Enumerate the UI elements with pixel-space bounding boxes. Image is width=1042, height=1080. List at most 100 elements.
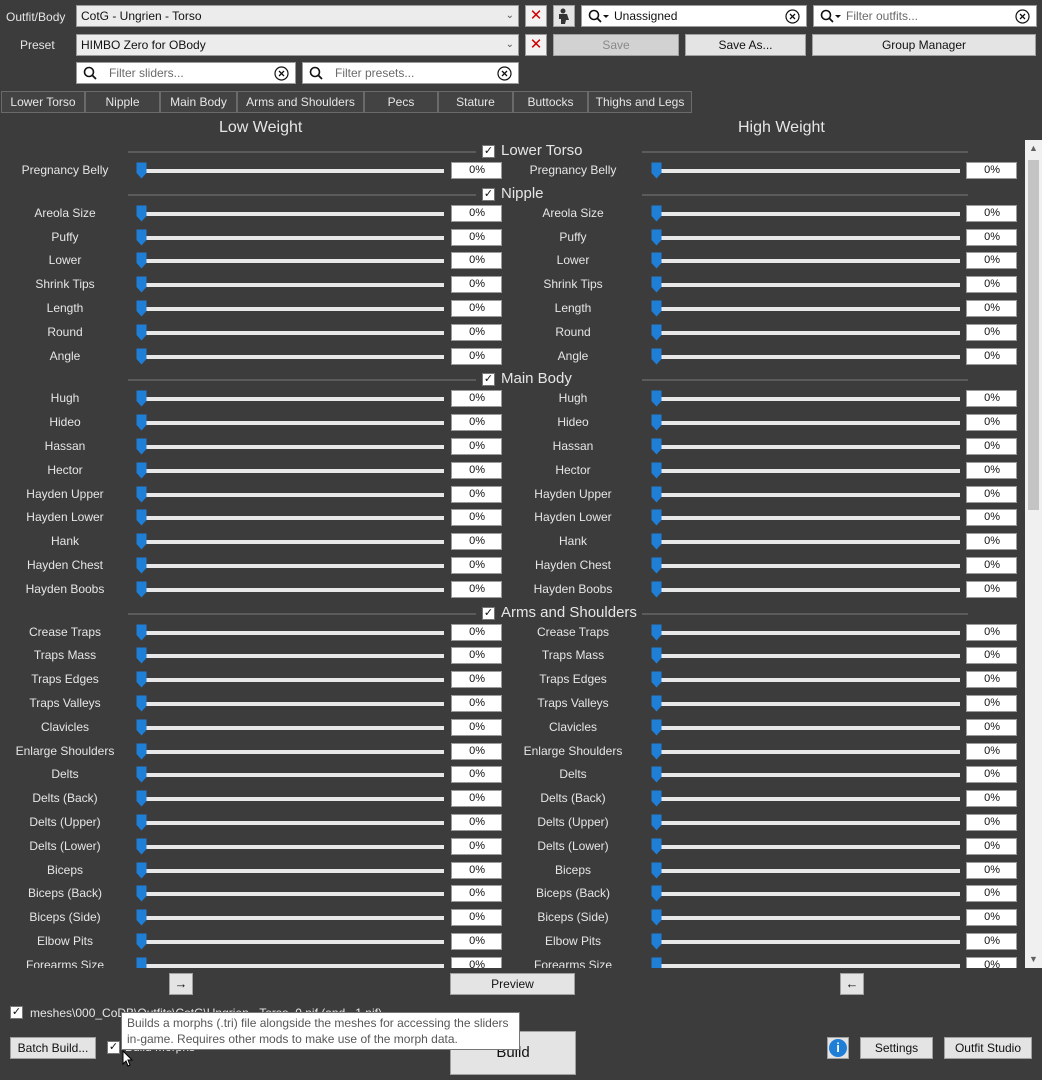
slider-track-high[interactable]	[654, 963, 960, 968]
slider-track-high[interactable]	[654, 868, 960, 873]
slider-track-high[interactable]	[654, 307, 960, 311]
slider-track-low[interactable]	[138, 468, 444, 473]
slider-track-low[interactable]	[138, 630, 444, 635]
slider-track-low[interactable]	[138, 963, 444, 968]
preset-select[interactable]: HIMBO Zero for OBody ⌄	[76, 34, 519, 56]
slider-value-high[interactable]: 0%	[966, 228, 1017, 246]
slider-value-low[interactable]: 0%	[451, 461, 502, 479]
tab-thighs-and-legs[interactable]: Thighs and Legs	[588, 91, 692, 113]
copy-low-to-high-button[interactable]: →	[169, 973, 193, 995]
outfit-studio-button[interactable]: Outfit Studio	[944, 1037, 1032, 1059]
slider-value-high[interactable]: 0%	[966, 276, 1017, 294]
slider-thumb-high[interactable]	[651, 838, 662, 855]
preset-filter-field[interactable]: Filter presets...	[302, 62, 519, 84]
settings-button[interactable]: Settings	[860, 1037, 933, 1059]
tab-nipple[interactable]: Nipple	[85, 91, 160, 113]
slider-thumb-high[interactable]	[651, 814, 662, 831]
slider-thumb-low[interactable]	[136, 862, 147, 879]
outfit-filter-field[interactable]: Filter outfits...	[813, 5, 1037, 27]
slider-thumb-low[interactable]	[136, 743, 147, 760]
slider-track-high[interactable]	[654, 940, 960, 944]
slider-track-low[interactable]	[138, 354, 444, 359]
slider-thumb-low[interactable]	[136, 814, 147, 831]
slider-thumb-low[interactable]	[136, 557, 147, 574]
slider-value-high[interactable]: 0%	[966, 909, 1017, 927]
slider-track-low[interactable]	[138, 749, 444, 754]
remove-preset-button[interactable]: ✕	[525, 34, 547, 56]
slider-thumb-low[interactable]	[136, 933, 147, 950]
slider-filter-field[interactable]: Filter sliders...	[76, 62, 296, 84]
slider-value-low[interactable]: 0%	[451, 790, 502, 808]
slider-track-low[interactable]	[138, 702, 444, 706]
slider-value-high[interactable]: 0%	[966, 323, 1017, 341]
slider-thumb-high[interactable]	[651, 509, 662, 526]
slider-track-high[interactable]	[654, 844, 960, 849]
slider-thumb-high[interactable]	[651, 695, 662, 712]
slider-thumb-high[interactable]	[651, 909, 662, 926]
slider-thumb-low[interactable]	[136, 766, 147, 783]
slider-thumb-high[interactable]	[651, 557, 662, 574]
slider-value-low[interactable]: 0%	[451, 933, 502, 950]
group-manager-button[interactable]: Group Manager	[812, 34, 1036, 56]
preview-button[interactable]: Preview	[450, 973, 575, 995]
slider-thumb-high[interactable]	[651, 205, 662, 222]
slider-thumb-low[interactable]	[136, 324, 147, 341]
slider-thumb-low[interactable]	[136, 838, 147, 855]
slider-track-high[interactable]	[654, 773, 960, 778]
slider-track-low[interactable]	[138, 492, 444, 497]
tab-stature[interactable]: Stature	[438, 91, 513, 113]
outfit-select[interactable]: CotG - Ungrien - Torso ⌄	[76, 5, 519, 27]
slider-value-high[interactable]: 0%	[966, 414, 1017, 432]
slider-track-low[interactable]	[138, 654, 444, 659]
slider-track-high[interactable]	[654, 468, 960, 473]
slider-thumb-low[interactable]	[136, 390, 147, 407]
slider-track-high[interactable]	[654, 702, 960, 706]
slider-track-low[interactable]	[138, 211, 444, 216]
slider-track-low[interactable]	[138, 678, 444, 683]
slider-thumb-high[interactable]	[651, 581, 662, 598]
slider-thumb-low[interactable]	[136, 695, 147, 712]
slider-track-high[interactable]	[654, 654, 960, 659]
slider-value-high[interactable]: 0%	[966, 647, 1017, 665]
slider-track-high[interactable]	[654, 283, 960, 288]
scroll-up-icon[interactable]: ▲	[1025, 140, 1042, 157]
slider-value-high[interactable]: 0%	[966, 580, 1017, 598]
slider-thumb-low[interactable]	[136, 414, 147, 431]
slider-thumb-high[interactable]	[651, 743, 662, 760]
slider-thumb-low[interactable]	[136, 671, 147, 688]
slider-track-high[interactable]	[654, 587, 960, 592]
slider-thumb-low[interactable]	[136, 229, 147, 246]
slider-value-low[interactable]: 0%	[451, 742, 502, 760]
slider-track-high[interactable]	[654, 630, 960, 635]
slider-thumb-low[interactable]	[136, 719, 147, 736]
slider-track-low[interactable]	[138, 397, 444, 402]
slider-thumb-high[interactable]	[651, 486, 662, 503]
slider-value-high[interactable]: 0%	[966, 557, 1017, 574]
slider-track-high[interactable]	[654, 821, 960, 825]
slider-thumb-high[interactable]	[651, 647, 662, 664]
slider-thumb-high[interactable]	[651, 462, 662, 479]
tab-buttocks[interactable]: Buttocks	[513, 91, 588, 113]
slider-value-low[interactable]: 0%	[451, 414, 502, 432]
save-as-button[interactable]: Save As...	[685, 34, 806, 56]
group-checkbox[interactable]: ✓	[482, 187, 495, 201]
slider-value-low[interactable]: 0%	[451, 323, 502, 341]
slider-thumb-low[interactable]	[136, 438, 147, 455]
slider-value-high[interactable]: 0%	[966, 438, 1017, 455]
slider-track-low[interactable]	[138, 421, 444, 426]
slider-track-low[interactable]	[138, 868, 444, 873]
slider-thumb-high[interactable]	[651, 252, 662, 269]
slider-value-low[interactable]: 0%	[451, 861, 502, 879]
slider-value-low[interactable]: 0%	[451, 695, 502, 712]
group-checkbox[interactable]: ✓	[482, 373, 495, 387]
slider-value-low[interactable]: 0%	[451, 162, 502, 179]
info-button[interactable]: i	[827, 1037, 849, 1059]
batch-build-button[interactable]: Batch Build...	[10, 1037, 96, 1059]
slider-value-high[interactable]: 0%	[966, 718, 1017, 736]
slider-thumb-low[interactable]	[136, 957, 147, 968]
slider-track-high[interactable]	[654, 330, 960, 335]
slider-value-low[interactable]: 0%	[451, 509, 502, 527]
slider-thumb-high[interactable]	[651, 933, 662, 950]
slider-thumb-low[interactable]	[136, 509, 147, 526]
slider-thumb-high[interactable]	[651, 885, 662, 902]
